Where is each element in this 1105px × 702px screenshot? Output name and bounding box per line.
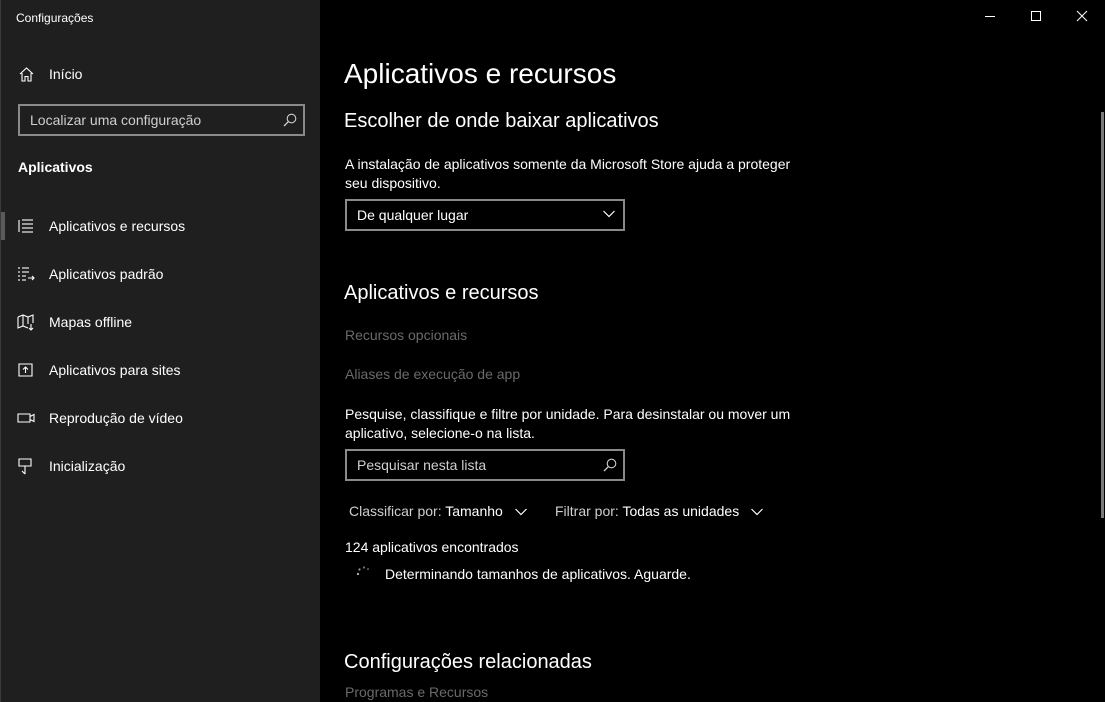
install-source-description: A instalação de aplicativos somente da M…	[345, 155, 805, 193]
sidebar-item-apps-for-websites[interactable]: Aplicativos para sites	[1, 348, 321, 392]
apps-features-heading: Aplicativos e recursos	[344, 282, 539, 304]
install-source-dropdown[interactable]: De qualquer lugar	[345, 199, 625, 231]
filter-by-value: Todas as unidades	[622, 503, 740, 519]
page-title: Aplicativos e recursos	[344, 58, 617, 89]
home-icon	[19, 67, 34, 82]
sidebar-item-label: Inicialização	[49, 458, 126, 474]
loading-spinner-icon	[356, 566, 370, 576]
filter-by-dropdown[interactable]: Filtrar por: Todas as unidades	[555, 503, 764, 523]
apps-search-input[interactable]	[347, 451, 605, 479]
search-icon[interactable]	[283, 113, 297, 127]
sidebar-item-apps-features[interactable]: Aplicativos e recursos	[1, 204, 321, 248]
close-icon	[1076, 10, 1088, 22]
home-label: Início	[49, 66, 83, 82]
settings-search-input[interactable]	[20, 106, 285, 134]
filter-by-label: Filtrar por:	[555, 503, 619, 519]
install-description-line: A instalação de aplicativos somente da M…	[345, 156, 791, 172]
maximize-icon	[1031, 11, 1041, 21]
apps-description-line: aplicativo, selecione-o na lista.	[345, 425, 535, 441]
sidebar-item-label: Mapas offline	[49, 314, 133, 330]
sidebar: Configurações Início Aplicativos Aplicat…	[0, 0, 320, 702]
window-title: Configurações	[16, 11, 94, 25]
sort-by-label: Classificar por:	[349, 503, 442, 519]
apps-count: 124 aplicativos encontrados	[345, 539, 519, 555]
install-source-selected-value: De qualquer lugar	[357, 207, 469, 223]
sort-by-value: Tamanho	[445, 503, 503, 519]
sort-by-dropdown[interactable]: Classificar por: Tamanho	[349, 503, 527, 523]
search-icon[interactable]	[603, 458, 617, 472]
chevron-down-icon	[514, 508, 527, 516]
apps-search-box[interactable]	[345, 449, 625, 481]
minimize-button[interactable]	[967, 0, 1013, 32]
sidebar-item-offline-maps[interactable]: Mapas offline	[1, 300, 321, 344]
sidebar-item-label: Aplicativos e recursos	[49, 218, 186, 234]
close-button[interactable]	[1059, 0, 1105, 32]
loading-status: Determinando tamanhos de aplicativos. Ag…	[385, 566, 691, 582]
video-icon	[17, 413, 35, 423]
optional-features-link[interactable]: Recursos opcionais	[345, 326, 805, 345]
startup-icon	[18, 458, 32, 475]
map-icon	[17, 314, 34, 331]
chevron-down-icon	[603, 210, 615, 218]
open-in-app-icon	[18, 363, 33, 377]
sidebar-item-label: Aplicativos padrão	[49, 266, 164, 282]
home-nav-item[interactable]: Início	[1, 60, 321, 88]
install-description-line: seu dispositivo.	[345, 175, 441, 191]
list-icon	[18, 219, 33, 233]
maximize-button[interactable]	[1013, 0, 1059, 32]
sidebar-section-title: Aplicativos	[18, 159, 93, 175]
sidebar-item-default-apps[interactable]: Aplicativos padrão	[1, 252, 321, 296]
scrollbar-thumb[interactable]	[1101, 112, 1104, 518]
related-settings-heading: Configurações relacionadas	[344, 651, 592, 673]
install-source-heading: Escolher de onde baixar aplicativos	[344, 110, 659, 132]
apps-description-line: Pesquise, classifique e filtre por unida…	[345, 406, 791, 422]
chevron-down-icon	[751, 508, 764, 516]
settings-search-box[interactable]	[18, 104, 305, 136]
sidebar-item-label: Reprodução de vídeo	[49, 410, 183, 426]
sidebar-item-startup[interactable]: Inicialização	[1, 444, 321, 488]
sidebar-item-label: Aplicativos para sites	[49, 362, 181, 378]
default-apps-icon	[18, 267, 35, 281]
app-execution-aliases-link[interactable]: Aliases de execução de app	[345, 365, 805, 384]
programs-features-link[interactable]: Programas e Recursos	[345, 683, 805, 702]
minimize-icon	[985, 16, 995, 17]
sidebar-item-video-playback[interactable]: Reprodução de vídeo	[1, 396, 321, 440]
apps-list-description: Pesquise, classifique e filtre por unida…	[345, 405, 805, 443]
